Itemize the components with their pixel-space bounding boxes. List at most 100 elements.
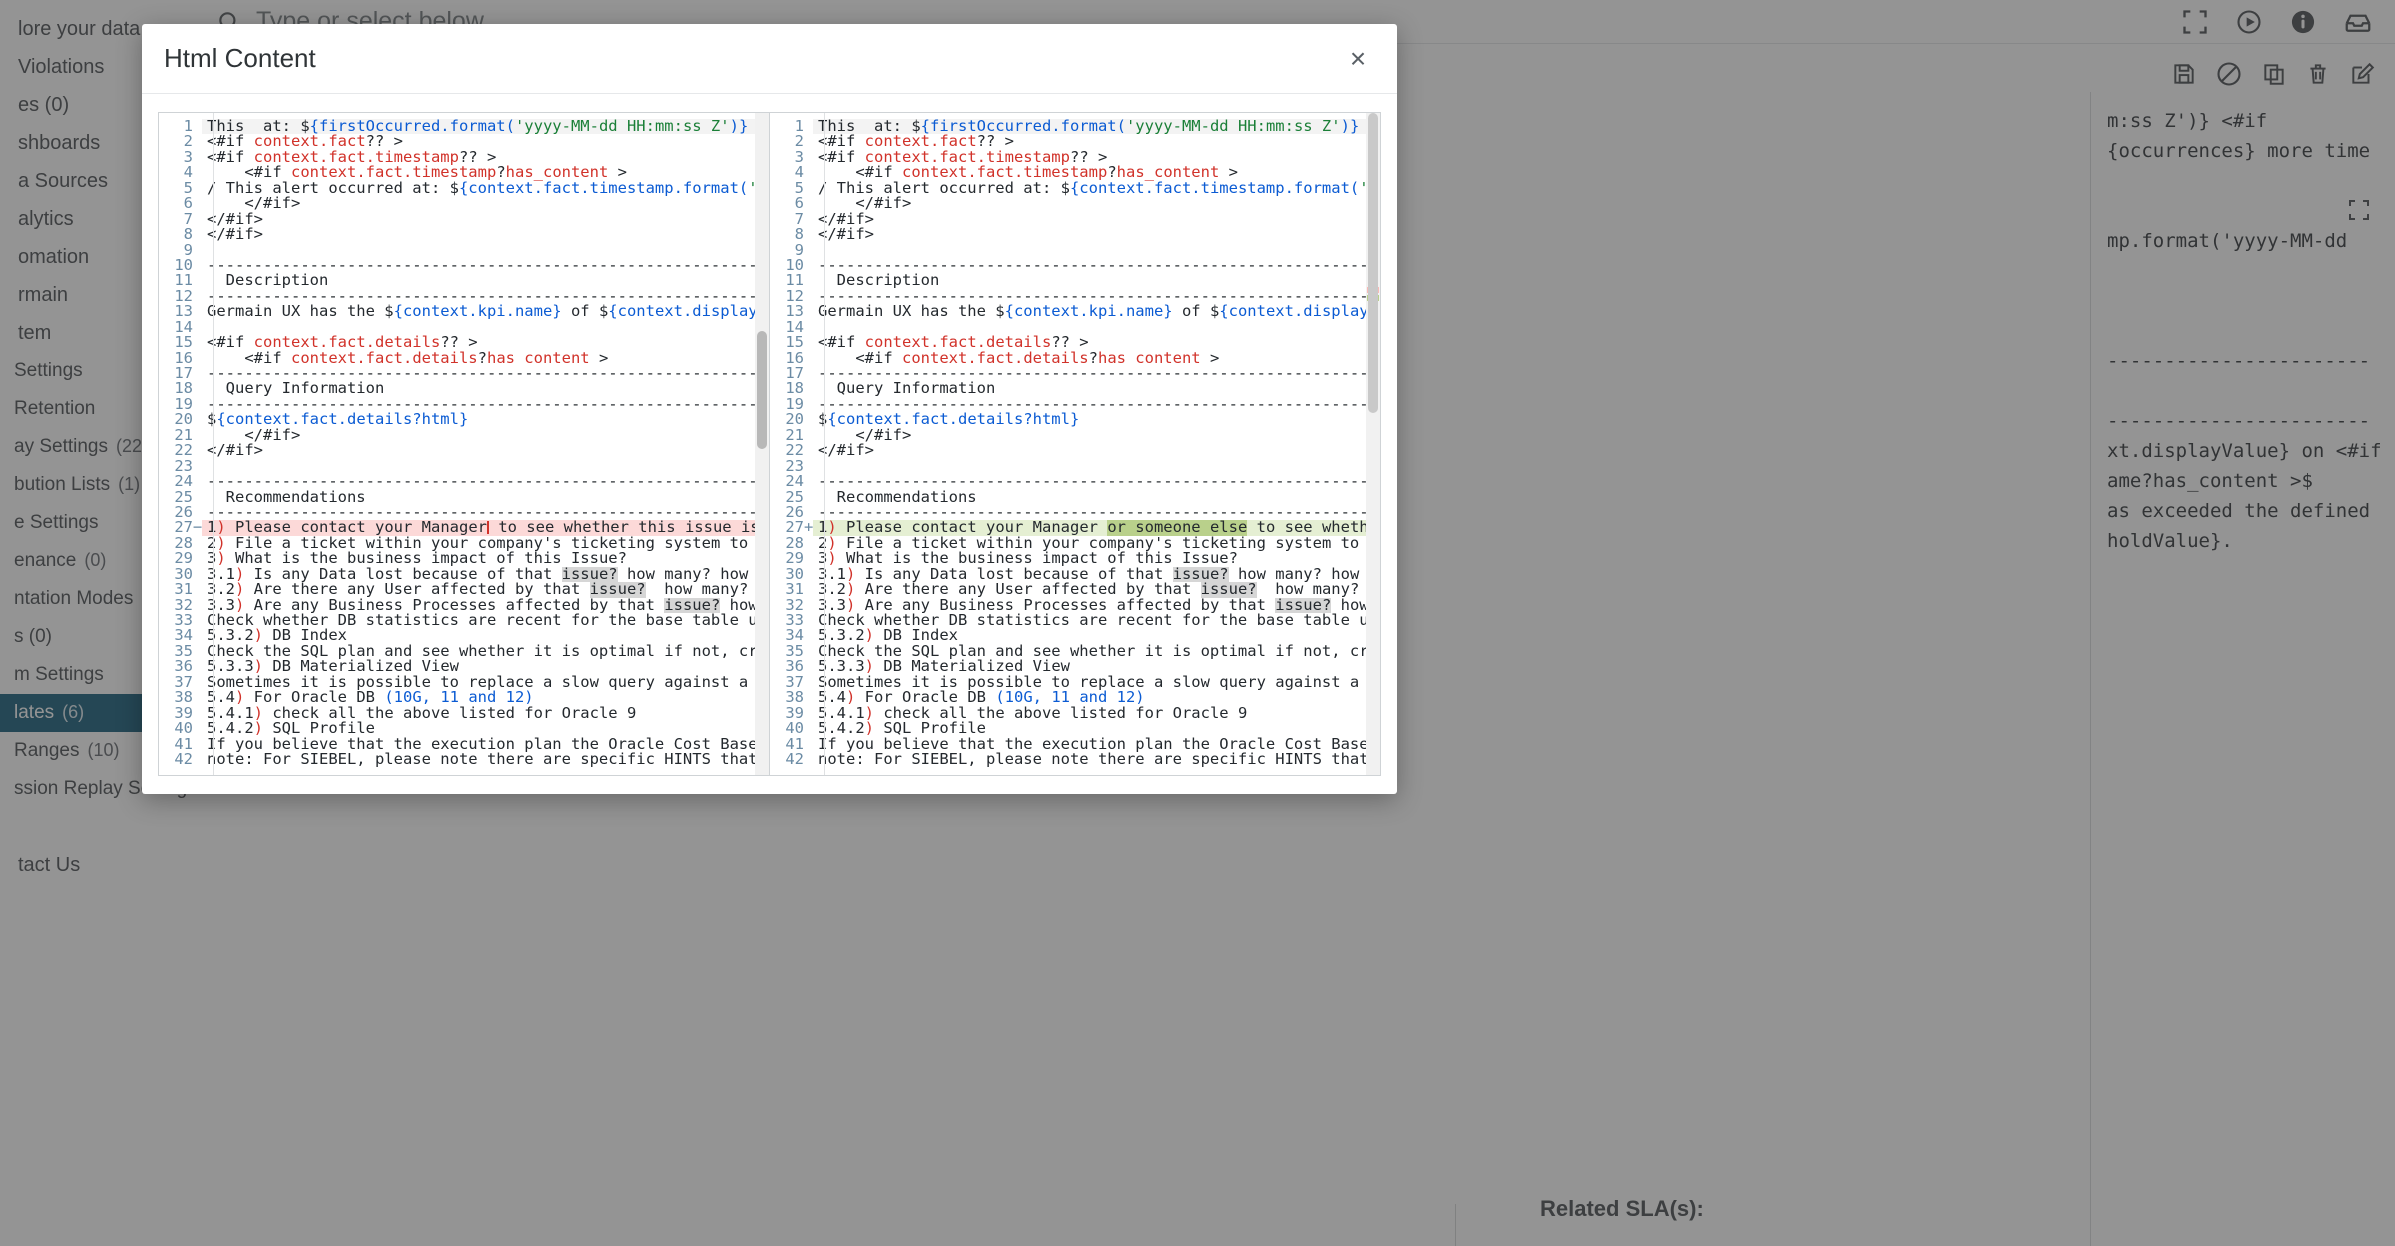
code-line[interactable]: 7</#if> (159, 212, 769, 227)
code-text[interactable]: 3.1) Is any Data lost because of that is… (813, 567, 1380, 582)
code-line[interactable]: 293) What is the business impact of this… (159, 551, 769, 566)
code-line[interactable]: 25 Recommendations (770, 490, 1380, 505)
code-text[interactable]: Sometimes it is possible to replace a sl… (813, 675, 1380, 690)
code-line[interactable]: 323.3) Are any Business Processes affect… (770, 598, 1380, 613)
code-text[interactable]: note: For SIEBEL, please note there are … (202, 752, 769, 767)
code-line[interactable]: 345.3.2) DB Index (159, 628, 769, 643)
code-text[interactable]: 2) File a ticket within your company's t… (202, 536, 769, 551)
code-text[interactable]: This at: ${firstOccurred.format('yyyy-MM… (813, 119, 1380, 134)
code-line[interactable]: 4 <#if context.fact.timestamp?has_conten… (770, 165, 1380, 180)
code-line[interactable]: 37Sometimes it is possible to replace a … (159, 675, 769, 690)
code-line[interactable]: 293) What is the business impact of this… (770, 551, 1380, 566)
code-text[interactable]: 5.3.2) DB Index (202, 628, 769, 643)
code-text[interactable]: </#if> (202, 443, 769, 458)
code-text[interactable]: </#if> (202, 227, 769, 242)
code-text[interactable]: Query Information (813, 381, 1380, 396)
scroll-thumb-right[interactable] (1368, 113, 1378, 413)
code-line[interactable]: 15<#if context.fact.details?? > (770, 335, 1380, 350)
scrollbar-left[interactable] (755, 113, 769, 775)
code-line[interactable]: 8</#if> (159, 227, 769, 242)
scrollbar-right[interactable] (1366, 113, 1380, 775)
code-line[interactable]: 9 (770, 243, 1380, 258)
code-text[interactable]: ${context.fact.details?html} (202, 412, 769, 427)
code-line[interactable]: 42note: For SIEBEL, please note there ar… (770, 752, 1380, 767)
code-line[interactable]: 27−1) Please contact your Manager to see… (159, 520, 769, 535)
code-text[interactable]: Recommendations (813, 490, 1380, 505)
code-text[interactable]: ----------------------------------------… (202, 289, 769, 304)
code-line[interactable]: 17--------------------------------------… (159, 366, 769, 381)
code-text[interactable]: / This alert occurred at: ${context.fact… (202, 181, 769, 196)
scroll-thumb-left[interactable] (757, 331, 767, 449)
code-line[interactable]: 35Check the SQL plan and see whether it … (159, 644, 769, 659)
code-line[interactable]: 365.3.3) DB Materialized View (159, 659, 769, 674)
code-text[interactable]: ----------------------------------------… (202, 397, 769, 412)
code-line[interactable]: 10--------------------------------------… (159, 258, 769, 273)
code-text[interactable]: </#if> (202, 428, 769, 443)
code-line[interactable]: 23 (159, 459, 769, 474)
code-line[interactable]: 2<#if context.fact?? > (159, 134, 769, 149)
code-line[interactable]: 10--------------------------------------… (770, 258, 1380, 273)
code-text[interactable]: 3.1) Is any Data lost because of that is… (202, 567, 769, 582)
code-text[interactable]: 3.3) Are any Business Processes affected… (202, 598, 769, 613)
code-line[interactable]: 3<#if context.fact.timestamp?? > (770, 150, 1380, 165)
code-line[interactable]: 13Germain UX has the ${context.kpi.name}… (770, 304, 1380, 319)
code-text[interactable]: 5.3.3) DB Materialized View (202, 659, 769, 674)
diff-pane-right[interactable]: 1This at: ${firstOccurred.format('yyyy-M… (769, 113, 1380, 775)
code-line[interactable]: 365.3.3) DB Materialized View (770, 659, 1380, 674)
code-text[interactable]: 1) Please contact your Manager or someon… (813, 520, 1380, 535)
code-line[interactable]: 14 (159, 320, 769, 335)
code-line[interactable]: 41If you believe that the execution plan… (159, 737, 769, 752)
code-line[interactable]: 1This at: ${firstOccurred.format('yyyy-M… (770, 119, 1380, 134)
code-text[interactable]: </#if> (813, 212, 1380, 227)
code-line[interactable]: 24--------------------------------------… (159, 474, 769, 489)
code-line[interactable]: 24--------------------------------------… (770, 474, 1380, 489)
code-line[interactable]: 385.4) For Oracle DB (10G, 11 and 12) (159, 690, 769, 705)
code-text[interactable]: <#if context.fact.details?has_content > (202, 351, 769, 366)
code-text[interactable]: 1) Please contact your Manager to see wh… (202, 520, 769, 535)
code-line[interactable]: 18 Query Information (770, 381, 1380, 396)
code-text[interactable]: This at: ${firstOccurred.format('yyyy-MM… (202, 119, 769, 134)
code-text[interactable]: Check the SQL plan and see whether it is… (202, 644, 769, 659)
code-line[interactable]: 9 (159, 243, 769, 258)
code-text[interactable]: If you believe that the execution plan t… (813, 737, 1380, 752)
code-text[interactable]: 5.4.2) SQL Profile (813, 721, 1380, 736)
code-text[interactable]: Sometimes it is possible to replace a sl… (202, 675, 769, 690)
code-line[interactable]: 23 (770, 459, 1380, 474)
code-line[interactable]: 282) File a ticket within your company's… (770, 536, 1380, 551)
code-text[interactable]: </#if> (813, 443, 1380, 458)
code-text[interactable]: <#if context.fact?? > (202, 134, 769, 149)
code-line[interactable]: 385.4) For Oracle DB (10G, 11 and 12) (770, 690, 1380, 705)
code-lines-left[interactable]: 1This at: ${firstOccurred.format('yyyy-M… (159, 113, 769, 767)
code-line[interactable]: 313.2) Are there any User affected by th… (770, 582, 1380, 597)
code-line[interactable]: 303.1) Is any Data lost because of that … (159, 567, 769, 582)
code-line[interactable]: 11 Description (159, 273, 769, 288)
code-line[interactable]: 7</#if> (770, 212, 1380, 227)
code-text[interactable]: ----------------------------------------… (813, 474, 1380, 489)
code-text[interactable]: ----------------------------------------… (202, 258, 769, 273)
code-text[interactable]: Germain UX has the ${context.kpi.name} o… (202, 304, 769, 319)
code-text[interactable]: </#if> (813, 227, 1380, 242)
code-text[interactable]: ----------------------------------------… (813, 258, 1380, 273)
code-line[interactable]: 15<#if context.fact.details?? > (159, 335, 769, 350)
code-line[interactable]: 303.1) Is any Data lost because of that … (770, 567, 1380, 582)
code-line[interactable]: 37Sometimes it is possible to replace a … (770, 675, 1380, 690)
code-line[interactable]: 3<#if context.fact.timestamp?? > (159, 150, 769, 165)
code-text[interactable]: 3.2) Are there any User affected by that… (202, 582, 769, 597)
code-line[interactable]: 21 </#if> (770, 428, 1380, 443)
code-line[interactable]: 323.3) Are any Business Processes affect… (159, 598, 769, 613)
code-line[interactable]: 14 (770, 320, 1380, 335)
code-text[interactable]: Check whether DB statistics are recent f… (813, 613, 1380, 628)
code-text[interactable]: ----------------------------------------… (202, 366, 769, 381)
code-line[interactable]: 20${context.fact.details?html} (159, 412, 769, 427)
code-line[interactable]: 8</#if> (770, 227, 1380, 242)
code-line[interactable]: 313.2) Are there any User affected by th… (159, 582, 769, 597)
code-text[interactable]: 5.3.2) DB Index (813, 628, 1380, 643)
code-line[interactable]: 13Germain UX has the ${context.kpi.name}… (159, 304, 769, 319)
code-line[interactable]: 33Check whether DB statistics are recent… (159, 613, 769, 628)
code-line[interactable]: 19--------------------------------------… (159, 397, 769, 412)
code-text[interactable]: </#if> (813, 196, 1380, 211)
code-text[interactable]: ${context.fact.details?html} (813, 412, 1380, 427)
code-text[interactable]: 3) What is the business impact of this I… (202, 551, 769, 566)
code-text[interactable]: 5.4) For Oracle DB (10G, 11 and 12) (202, 690, 769, 705)
code-line[interactable]: 27+1) Please contact your Manager or som… (770, 520, 1380, 535)
